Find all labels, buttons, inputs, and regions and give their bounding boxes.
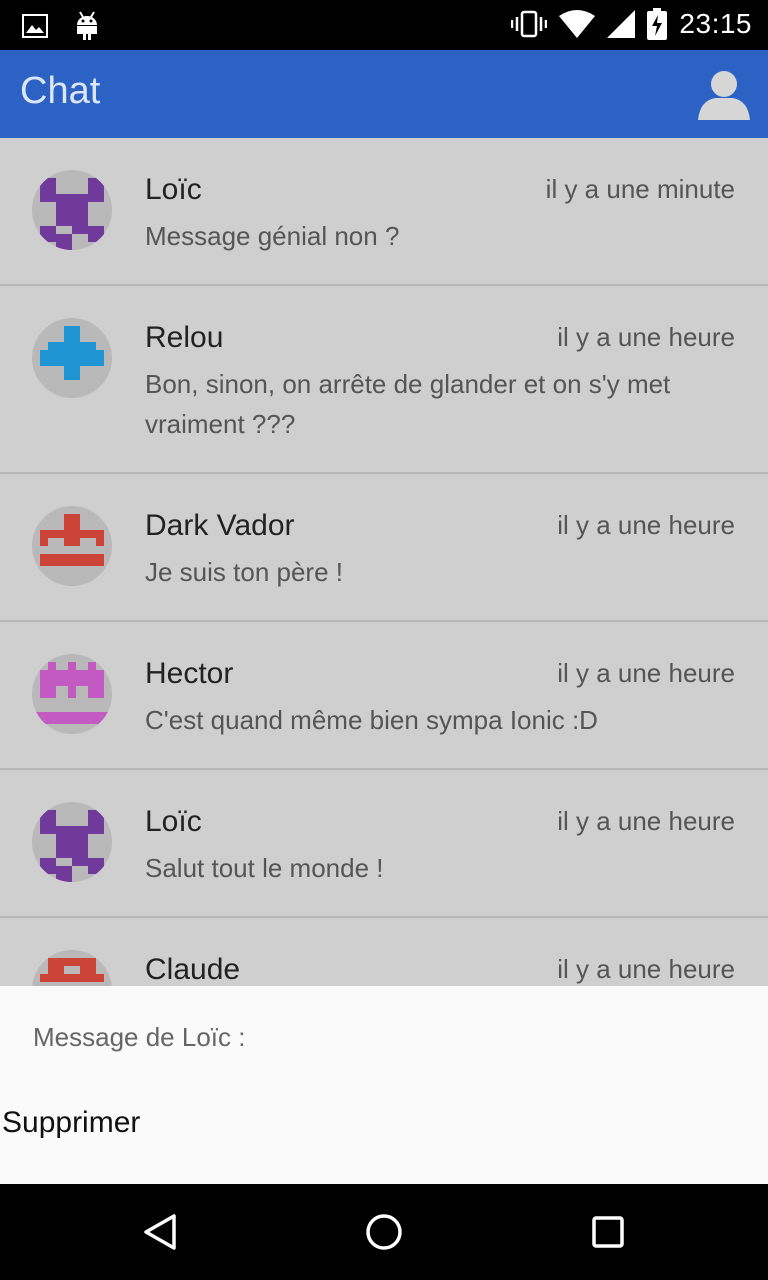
message-item[interactable]: Claude il y a une heure [0,918,768,986]
user-profile-button[interactable] [698,68,750,120]
identicon-icon [40,810,104,882]
identicon-icon [32,662,112,724]
sender-name: Loïc [145,173,202,206]
identicon-icon [40,178,104,250]
navigation-bar [0,1184,768,1280]
message-text: Salut tout le monde ! [145,853,384,883]
message-text: Message génial non ? [145,221,400,251]
avatar [32,318,112,398]
identicon-icon [40,326,104,380]
message-item[interactable]: Relou il y a une heure Bon, sinon, on ar… [0,286,768,474]
cell-signal-icon [607,10,636,38]
message-time: il y a une heure [557,954,735,984]
back-icon[interactable] [138,1210,182,1254]
message-text: C'est quand même bien sympa Ionic :D [145,705,598,735]
action-sheet: Message de Loïc : Supprimer [0,986,768,1184]
avatar [32,654,112,734]
image-notification-icon [22,14,48,38]
avatar [32,950,112,986]
identicon-icon [40,958,104,982]
sender-name: Loïc [145,805,202,838]
page-title: Chat [20,70,101,112]
message-time: il y a une minute [545,174,735,204]
message-text: Je suis ton père ! [145,557,343,587]
sender-name: Claude [145,953,241,986]
avatar [32,170,112,250]
home-icon[interactable] [362,1210,406,1254]
message-list[interactable]: Loïc il y a une minute Message génial no… [0,138,768,986]
status-time: 23:15 [679,8,752,39]
message-time: il y a une heure [557,806,735,836]
sender-name: Dark Vador [145,509,295,542]
vibrate-icon [511,10,548,38]
message-time: il y a une heure [557,658,735,688]
sender-name: Hector [145,657,234,690]
status-bar: 23:15 [0,0,768,50]
user-icon [698,71,750,120]
app-toolbar: Chat [0,50,768,138]
wifi-icon [559,10,596,38]
message-item[interactable]: Loïc il y a une heure Salut tout le mond… [0,770,768,918]
avatar [32,802,112,882]
message-text: Bon, sinon, on arrête de glander et on s… [145,369,671,439]
recent-apps-icon[interactable] [586,1210,630,1254]
message-item[interactable]: Loïc il y a une minute Message génial no… [0,138,768,286]
message-time: il y a une heure [557,510,735,540]
action-sheet-title: Message de Loïc : [33,1022,246,1052]
sender-name: Relou [145,321,224,354]
avatar [32,506,112,586]
identicon-icon [40,514,104,566]
message-item[interactable]: Hector il y a une heure C'est quand même… [0,622,768,770]
message-item[interactable]: Dark Vador il y a une heure Je suis ton … [0,474,768,622]
battery-charging-icon [647,8,668,40]
delete-button[interactable]: Supprimer [2,1106,140,1140]
android-notification-icon [77,11,97,40]
message-time: il y a une heure [557,322,735,352]
